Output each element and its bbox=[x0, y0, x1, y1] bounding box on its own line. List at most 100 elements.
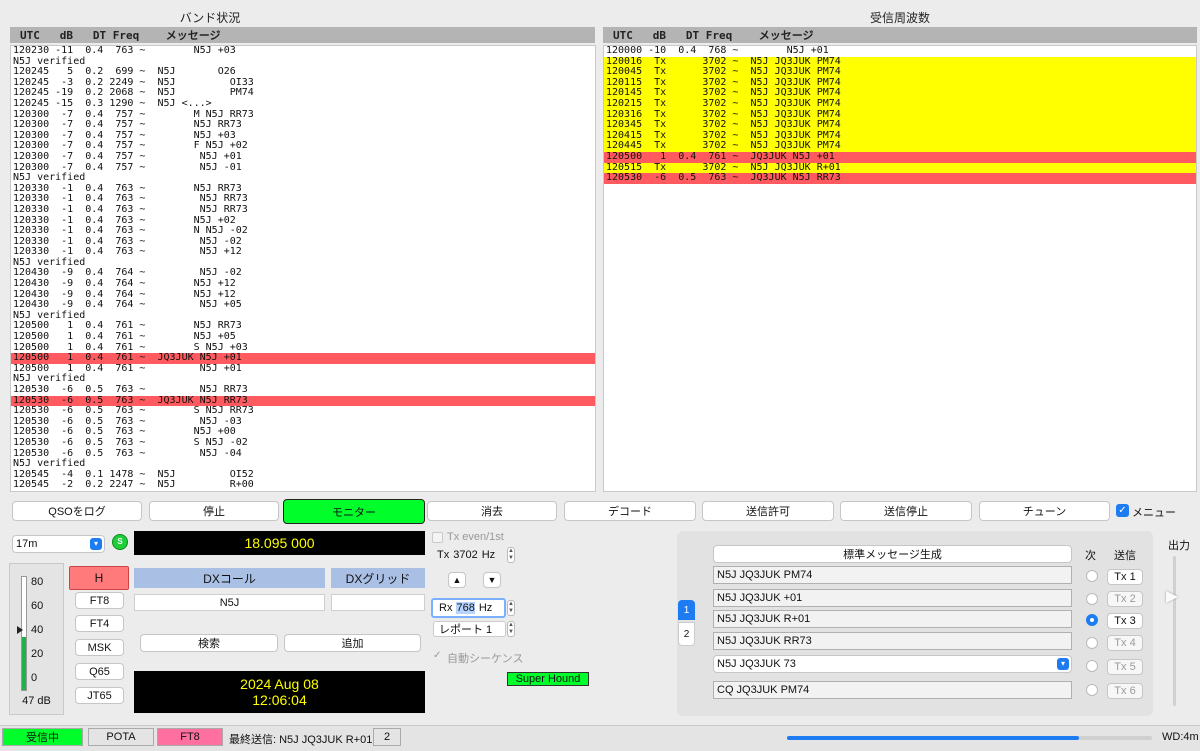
tx2-button[interactable]: Tx 2 bbox=[1107, 591, 1143, 607]
tab-2[interactable]: 2 bbox=[678, 622, 695, 646]
tx6-message[interactable]: CQ JQ3JUK PM74 bbox=[713, 681, 1072, 699]
power-slider-handle[interactable] bbox=[1166, 591, 1178, 603]
date-text: 2024 Aug 08 bbox=[240, 676, 319, 692]
status-indicator-icon: S bbox=[112, 534, 128, 550]
tx5-message-select[interactable]: N5J JQ3JUK 73 ▾ bbox=[713, 655, 1072, 673]
tx4-message[interactable]: N5J JQ3JUK RR73 bbox=[713, 632, 1072, 650]
add-button[interactable]: 追加 bbox=[284, 634, 421, 652]
band-line[interactable]: 120430 -9 0.4 764 ~ N5J +05 bbox=[11, 300, 595, 311]
lookup-button[interactable]: 検索 bbox=[140, 634, 278, 652]
enable-tx-button[interactable]: 送信許可 bbox=[702, 501, 834, 521]
erase-button[interactable]: 消去 bbox=[427, 501, 557, 521]
tx5-button[interactable]: Tx 5 bbox=[1107, 659, 1143, 675]
status-wd: WD:4m bbox=[1162, 731, 1199, 743]
chevron-down-icon: ▾ bbox=[1057, 658, 1069, 670]
progress-fill bbox=[787, 736, 1079, 740]
next-radio-2[interactable] bbox=[1086, 593, 1098, 605]
clock-display: 2024 Aug 08 12:06:04 bbox=[134, 671, 425, 713]
power-label: 出力 bbox=[1168, 540, 1190, 552]
signal-meter: 80 60 40 20 0 47 dB bbox=[9, 563, 64, 715]
rx-frequency-header: UTC dB DT Freq メッセージ bbox=[603, 27, 1197, 43]
tx2-message[interactable]: N5J JQ3JUK +01 bbox=[713, 589, 1072, 607]
mode-ft4-button[interactable]: FT4 bbox=[75, 615, 124, 632]
rx-frequency-input[interactable]: Rx 768 Hz bbox=[431, 598, 506, 618]
tx1-message[interactable]: N5J JQ3JUK PM74 bbox=[713, 566, 1072, 584]
auto-seq-check-icon[interactable]: ✓ bbox=[433, 650, 441, 661]
rx-freq-value: 768 bbox=[456, 602, 475, 614]
mode-q65-button[interactable]: Q65 bbox=[75, 663, 124, 680]
tx-freq-prefix: Tx bbox=[437, 549, 450, 561]
dx-grid-label: DXグリッド bbox=[331, 568, 425, 588]
band-select-value: 17m bbox=[16, 538, 38, 550]
band-line[interactable]: 120330 -1 0.4 763 ~ N5J +12 bbox=[11, 247, 595, 258]
tx-frequency[interactable]: Tx 3702 Hz bbox=[437, 549, 495, 561]
rx-frequency-log[interactable]: 120000 -10 0.4 768 ~ N5J +01 120016 Tx 37… bbox=[603, 45, 1197, 492]
status-pota: POTA bbox=[88, 728, 154, 746]
tune-button[interactable]: チューン bbox=[979, 501, 1110, 521]
decode-button[interactable]: デコード bbox=[564, 501, 696, 521]
send-label: 送信 bbox=[1114, 550, 1136, 562]
band-line[interactable]: 120530 -6 0.5 763 ~ N5J -04 bbox=[11, 448, 595, 460]
band-line[interactable]: 120330 -1 0.4 763 ~ N5J RR73 bbox=[11, 204, 595, 216]
stop-button[interactable]: 停止 bbox=[149, 501, 279, 521]
rx-line[interactable]: 120215 Tx 3702 ~ N5J JQ3JUK PM74 bbox=[604, 98, 1196, 110]
next-radio-5[interactable] bbox=[1086, 660, 1098, 672]
meter-fill bbox=[22, 636, 26, 690]
next-radio-1[interactable] bbox=[1086, 570, 1098, 582]
next-radio-6[interactable] bbox=[1086, 684, 1098, 696]
chevron-down-icon: ▾ bbox=[90, 538, 102, 550]
next-radio-3[interactable] bbox=[1086, 614, 1098, 626]
band-line[interactable]: 120245 -15 0.3 1290 ~ N5J <...> bbox=[11, 98, 595, 110]
hound-button[interactable]: H bbox=[69, 566, 129, 590]
mode-jt65-button[interactable]: JT65 bbox=[75, 687, 124, 704]
report-input[interactable]: レポート 1 bbox=[433, 621, 506, 637]
up-arrow-button[interactable]: ▲ bbox=[448, 572, 466, 588]
tx6-button[interactable]: Tx 6 bbox=[1107, 683, 1143, 699]
tx3-button[interactable]: Tx 3 bbox=[1107, 613, 1143, 629]
tx3-message[interactable]: N5J JQ3JUK R+01 bbox=[713, 610, 1072, 628]
log-qso-button[interactable]: QSOをログ bbox=[12, 501, 142, 521]
band-line[interactable]: 120300 -7 0.4 757 ~ N5J +01 bbox=[11, 151, 595, 163]
monitor-button[interactable]: モニター bbox=[283, 499, 425, 524]
tx-freq-stepper[interactable]: ▲ ▼ bbox=[507, 547, 515, 563]
rx-line[interactable]: 120500 1 0.4 761 ~ JQ3JUK N5J +01 bbox=[604, 151, 1196, 163]
band-line[interactable]: 120530 -6 0.5 763 ~ N5J RR73 bbox=[11, 384, 595, 396]
meter-tick-label: 0 bbox=[31, 672, 38, 684]
rx-freq-stepper[interactable]: ▲ ▼ bbox=[507, 600, 515, 616]
band-line[interactable]: 120545 -2 0.2 2247 ~ N5J R+00 bbox=[11, 480, 595, 491]
band-line[interactable]: 120500 1 0.4 761 ~ N5J +01 bbox=[11, 363, 595, 375]
tx1-button[interactable]: Tx 1 bbox=[1107, 569, 1143, 585]
halt-tx-button[interactable]: 送信停止 bbox=[840, 501, 972, 521]
rx-line[interactable]: 120000 -10 0.4 768 ~ N5J +01 bbox=[604, 46, 1196, 57]
band-activity-log[interactable]: 120230 -11 0.4 763 ~ N5J +03 N5J verified… bbox=[10, 45, 596, 492]
generate-messages-button[interactable]: 標準メッセージ生成 bbox=[713, 545, 1072, 563]
time-text: 12:06:04 bbox=[252, 692, 307, 708]
band-line[interactable]: 120530 -6 0.5 763 ~ S N5J -02 bbox=[11, 437, 595, 449]
meter-db-label: 47 dB bbox=[22, 695, 51, 707]
rx-frequency-title: 受信周波数 bbox=[869, 11, 930, 25]
down-arrow-button[interactable]: ▼ bbox=[483, 572, 501, 588]
band-activity-header: UTC dB DT Freq メッセージ bbox=[10, 27, 595, 43]
tx4-button[interactable]: Tx 4 bbox=[1107, 635, 1143, 651]
dx-grid-input[interactable] bbox=[331, 594, 425, 611]
report-stepper[interactable]: ▲ ▼ bbox=[507, 621, 515, 637]
tx-freq-value: 3702 bbox=[453, 549, 478, 561]
power-slider-track[interactable] bbox=[1173, 556, 1176, 706]
tab-1[interactable]: 1 bbox=[678, 600, 695, 620]
tx5-message-value: N5J JQ3JUK 73 bbox=[717, 658, 796, 670]
auto-seq-label: 自動シーケンス bbox=[447, 653, 524, 665]
rx-freq-prefix: Rx bbox=[439, 602, 453, 614]
tx-even-checkbox[interactable] bbox=[432, 532, 443, 543]
mode-msk-button[interactable]: MSK bbox=[75, 639, 124, 656]
band-line[interactable]: 120300 -7 0.4 757 ~ N5J -01 bbox=[11, 162, 595, 174]
status-count: 2 bbox=[373, 728, 401, 746]
dx-call-input[interactable]: N5J bbox=[134, 594, 325, 611]
dx-call-label: DXコール bbox=[134, 568, 325, 588]
status-mode: FT8 bbox=[157, 728, 223, 746]
next-radio-4[interactable] bbox=[1086, 637, 1098, 649]
band-select[interactable]: 17m ▾ bbox=[12, 535, 105, 553]
rx-line[interactable]: 120530 -6 0.5 763 ~ JQ3JUK N5J RR73 bbox=[604, 173, 1196, 184]
mode-ft8-button[interactable]: FT8 bbox=[75, 592, 124, 609]
menu-checkbox[interactable]: ✓ bbox=[1116, 504, 1129, 517]
band-line[interactable]: 120230 -11 0.4 763 ~ N5J +03 bbox=[11, 46, 595, 57]
